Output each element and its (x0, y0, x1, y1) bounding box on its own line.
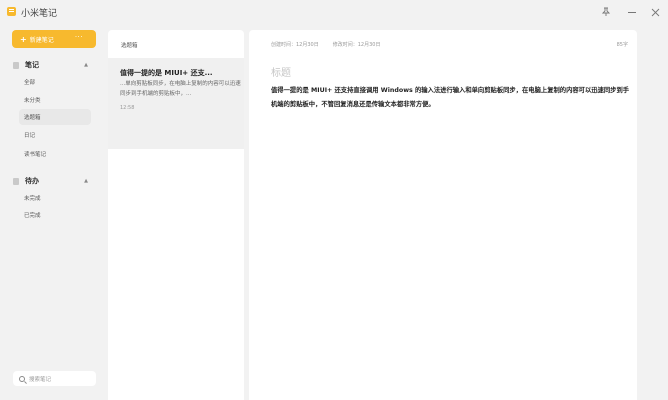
sidebar-item-all[interactable]: 全部 (24, 74, 35, 90)
pin-icon[interactable] (598, 4, 614, 20)
minimize-icon (628, 11, 636, 13)
note-body-editor[interactable]: 值得一提的是 MIUI+ 还支持直接调用 Windows 的输入法进行输入和单向… (271, 84, 631, 111)
more-options-button[interactable]: ··· (75, 33, 83, 41)
title-input[interactable]: 标题 (271, 64, 291, 79)
app-title: 小米笔记 (21, 9, 58, 19)
todo-group-header[interactable]: 待办 ▲ (13, 174, 97, 188)
sidebar: + 新建笔记 ··· 笔记 ▲ 全部 未分类 选题箱 日记 读书笔记 待办 ▲ … (0, 24, 104, 400)
todo-icon (13, 177, 19, 185)
modified-time: 修改时间：12月30日 (332, 42, 381, 48)
sidebar-item-reading-notes[interactable]: 读书笔记 (24, 146, 46, 162)
new-note-button[interactable]: + 新建笔记 ··· (12, 30, 96, 48)
todo-group-label: 待办 (25, 177, 39, 185)
notes-group-header[interactable]: 笔记 ▲ (13, 58, 97, 72)
note-editor: 创建时间：12月30日 修改时间：12月30日 85字 标题 值得一提的是 MI… (249, 30, 637, 400)
notes-icon (13, 61, 19, 69)
minimize-button[interactable] (624, 4, 640, 20)
chevron-up-icon: ▲ (84, 62, 88, 68)
note-preview: ...单向剪贴板同步，在电脑上复制的内容可以迅速同步到手机端的剪贴板中，... (120, 81, 241, 97)
search-placeholder: 搜索笔记 (29, 376, 52, 383)
notes-group-label: 笔记 (25, 61, 39, 69)
list-title: 选题箱 (121, 43, 138, 49)
search-icon (19, 375, 25, 382)
note-title: 值得一提的是 MIUI+ 还支... (120, 69, 213, 77)
note-list-panel: 选题箱 值得一提的是 MIUI+ 还支... ...单向剪贴板同步，在电脑上复制… (108, 30, 244, 400)
sidebar-item-uncategorized[interactable]: 未分类 (24, 92, 41, 108)
title-bar: 小米笔记 (0, 0, 668, 24)
sidebar-item-topic-box[interactable]: 选题箱 (19, 109, 91, 125)
note-meta: 创建时间：12月30日 修改时间：12月30日 (271, 41, 380, 48)
close-button[interactable] (647, 4, 663, 20)
sidebar-item-incomplete[interactable]: 未完成 (24, 190, 41, 206)
plus-icon: + (20, 34, 27, 44)
note-time: 12:58 (120, 105, 135, 111)
sidebar-item-completed[interactable]: 已完成 (24, 207, 41, 223)
search-input[interactable]: 搜索笔记 (13, 371, 96, 386)
notes-app-icon (7, 7, 16, 16)
word-count: 85字 (616, 42, 628, 48)
chevron-up-icon: ▲ (84, 178, 88, 184)
new-note-label: 新建笔记 (29, 36, 54, 44)
created-time: 创建时间：12月30日 (271, 42, 319, 48)
sidebar-item-diary[interactable]: 日记 (24, 127, 35, 143)
close-icon (651, 8, 659, 16)
list-item[interactable]: 值得一提的是 MIUI+ 还支... ...单向剪贴板同步，在电脑上复制的内容可… (108, 58, 244, 149)
